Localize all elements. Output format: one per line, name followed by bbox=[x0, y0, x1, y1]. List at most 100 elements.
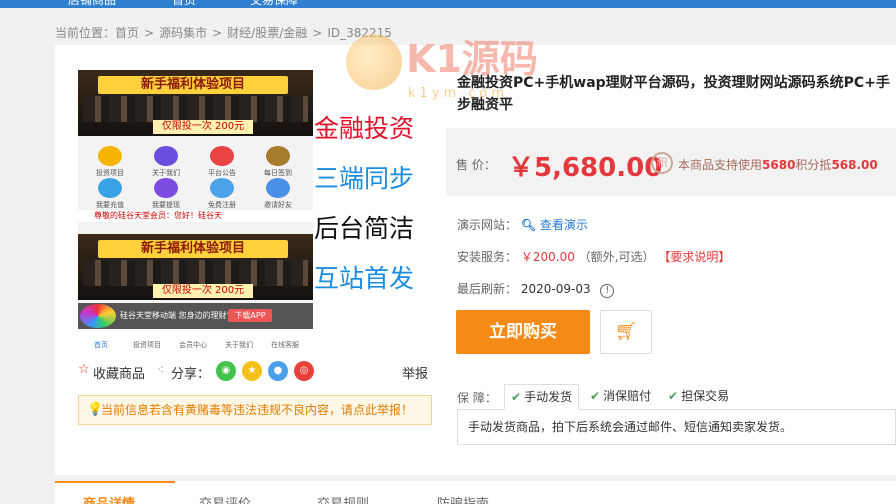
share-label: 分享： bbox=[171, 367, 211, 382]
app-screenshot: 新手福利体验项目 仅限投一次 200元 投资项目 关于我们 平台公告 每日签到 … bbox=[78, 70, 313, 350]
active-tab-indicator bbox=[55, 481, 175, 483]
download-text: 硅谷天堂移动端 您身边的理财专家 bbox=[120, 311, 243, 320]
qq-icon[interactable]: ● bbox=[268, 361, 288, 381]
app-tab: 投资项目 bbox=[133, 341, 161, 349]
banner-badge: 仅限投一次 200元 bbox=[153, 120, 253, 134]
qzone-icon[interactable]: ★ bbox=[242, 361, 262, 381]
signin-icon bbox=[266, 146, 290, 166]
favorite-link[interactable]: 收藏商品 bbox=[93, 363, 145, 382]
guarantee-tag-compensation[interactable]: ✔ 消保赔付 bbox=[586, 384, 651, 410]
banner-people-image bbox=[83, 96, 308, 122]
tab-product-details[interactable]: 商品详情 bbox=[83, 493, 135, 504]
invite-icon bbox=[266, 178, 290, 198]
price-label: 售 价： bbox=[456, 158, 496, 172]
top-nav: 店铺商品 首页 交易保障 bbox=[0, 0, 896, 8]
share-row: ☆ 收藏商品 ⁖ 分享： ◉ ★ ● ◎ 举报 bbox=[78, 361, 432, 382]
guarantee-tag-escrow[interactable]: ✔ 担保交易 bbox=[664, 384, 729, 410]
banner-people-image bbox=[83, 260, 308, 286]
lightbulb-icon: 💡 bbox=[87, 402, 104, 417]
breadcrumb-category[interactable]: 财经/股票/金融 bbox=[227, 26, 307, 40]
icon-label: 投资项目 bbox=[96, 169, 124, 177]
breadcrumb-market[interactable]: 源码集市 bbox=[159, 26, 207, 40]
guarantee-description: 手动发货商品，拍下后系统会通过邮件、短信通知卖家发货。 bbox=[457, 409, 896, 445]
project-icon bbox=[98, 146, 122, 166]
cart-icon[interactable]: 🛒︎ bbox=[600, 310, 652, 354]
info-icon[interactable]: ! bbox=[600, 284, 615, 298]
marquee-text: 尊敬的硅谷天堂会员：您好！硅谷天 bbox=[78, 210, 313, 222]
product-title-line2: 步融资平 bbox=[457, 97, 513, 113]
nav-item-trade-guarantee[interactable]: 交易保障 bbox=[250, 0, 298, 8]
check-icon: ✔ bbox=[511, 390, 522, 404]
guarantee-label: 保 障： bbox=[457, 391, 497, 405]
tab-anti-fraud[interactable]: 防骗指南 bbox=[437, 493, 489, 504]
icon-label: 我要充值 bbox=[96, 201, 124, 209]
app-tab: 首页 bbox=[94, 341, 108, 349]
points-info: 本商品支持使用5680积分抵568.00 bbox=[678, 158, 878, 172]
icon-label: 每日签到 bbox=[264, 169, 292, 177]
withdraw-icon bbox=[154, 178, 178, 198]
install-label: 安装服务： bbox=[457, 250, 518, 264]
recharge-icon bbox=[98, 178, 122, 198]
check-icon: ✔ bbox=[668, 389, 679, 403]
guarantee-tag-manual-delivery[interactable]: ✔ 手动发货 bbox=[504, 384, 580, 410]
report-link[interactable]: 举报 bbox=[402, 363, 428, 382]
banner-title: 新手福利体验项目 bbox=[98, 76, 288, 94]
product-title: 金融投资PC+手机wap理财平台源码，投资理财网站源码系统PC+手 步融资平 bbox=[457, 72, 896, 116]
slogan-1: 金融投资 bbox=[314, 114, 415, 143]
promo-banner: 新手福利体验项目 仅限投一次 200元 bbox=[78, 70, 313, 136]
download-bar: 硅谷天堂移动端 您身边的理财专家 下载APP bbox=[78, 303, 313, 329]
detail-tabs: 商品详情 交易评价 交易规则 防骗指南 bbox=[55, 481, 896, 504]
report-notice[interactable]: 💡 当前信息若含有黄赌毒等违法违规不良内容，请点此举报！ bbox=[78, 395, 432, 425]
product-title-line1: 金融投资PC+手机wap理财平台源码，投资理财网站源码系统PC+手 bbox=[457, 75, 890, 91]
product-image[interactable]: 新手福利体验项目 仅限投一次 200元 投资项目 关于我们 平台公告 每日签到 … bbox=[78, 70, 432, 350]
app-tab: 在线客服 bbox=[271, 341, 299, 349]
slogan-4: 互站首发 bbox=[314, 264, 415, 293]
price-box: 售 价： ￥5,680.00 积 本商品支持使用5680积分抵568.00 bbox=[446, 128, 896, 196]
install-price: ￥200.00 bbox=[520, 250, 575, 264]
slogan-3: 后台简洁 bbox=[314, 214, 415, 243]
app-tab: 会员中心 bbox=[179, 341, 207, 349]
icon-label: 我要提现 bbox=[152, 201, 180, 209]
tab-reviews[interactable]: 交易评价 bbox=[199, 493, 251, 504]
tab-rules[interactable]: 交易规则 bbox=[317, 493, 369, 504]
demo-label: 演示网站： bbox=[457, 218, 518, 232]
search-icon: 🔍︎ bbox=[520, 218, 537, 232]
share-icon: ⁖ bbox=[157, 363, 165, 377]
breadcrumb-id: ID_382215 bbox=[327, 26, 392, 40]
icon-label: 邀请好友 bbox=[264, 201, 292, 209]
register-icon bbox=[210, 178, 234, 198]
check-icon: ✔ bbox=[590, 389, 601, 403]
icon-label: 平台公告 bbox=[208, 169, 236, 177]
install-requirements-link[interactable]: 【要求说明】 bbox=[658, 250, 730, 264]
icon-label: 免费注册 bbox=[208, 201, 236, 209]
app-tabbar: 首页 投资项目 会员中心 关于我们 在线客服 bbox=[78, 329, 313, 350]
about-icon bbox=[154, 146, 178, 166]
refresh-date: 2020-09-03 bbox=[520, 282, 591, 296]
app-logo-icon bbox=[80, 304, 116, 328]
buy-now-button[interactable]: 立即购买 bbox=[456, 310, 590, 354]
demo-row: 演示网站： 🔍︎ 查看演示 bbox=[457, 216, 588, 233]
wechat-icon[interactable]: ◉ bbox=[216, 361, 236, 381]
install-note: （额外,可选） bbox=[578, 250, 655, 264]
promo-banner-2: 新手福利体验项目 仅限投一次 200元 bbox=[78, 234, 313, 300]
nav-item-home[interactable]: 首页 bbox=[172, 0, 196, 8]
star-icon[interactable]: ☆ bbox=[78, 362, 90, 377]
install-row: 安装服务： ￥200.00 （额外,可选） 【要求说明】 bbox=[457, 248, 730, 265]
refresh-label: 最后刷新： bbox=[457, 282, 518, 296]
demo-link[interactable]: 查看演示 bbox=[540, 218, 588, 232]
notice-text: 当前信息若含有黄赌毒等违法违规不良内容，请点此举报！ bbox=[101, 403, 414, 417]
refresh-row: 最后刷新： 2020-09-03 ! bbox=[457, 280, 615, 298]
banner-title: 新手福利体验项目 bbox=[98, 240, 288, 258]
icon-label: 关于我们 bbox=[152, 169, 180, 177]
breadcrumb: 当前位置：首页 > 源码集市 > 财经/股票/金融 > ID_382215 bbox=[55, 26, 392, 40]
banner-badge: 仅限投一次 200元 bbox=[153, 284, 253, 298]
download-app-button: 下载APP bbox=[228, 309, 272, 322]
points-icon: 积 bbox=[651, 152, 673, 174]
breadcrumb-prefix: 当前位置： bbox=[55, 26, 116, 40]
weibo-icon[interactable]: ◎ bbox=[294, 361, 314, 381]
breadcrumb-home[interactable]: 首页 bbox=[115, 26, 139, 40]
nav-item-shop-products[interactable]: 店铺商品 bbox=[68, 0, 116, 8]
announce-icon bbox=[210, 146, 234, 166]
slogan-2: 三端同步 bbox=[314, 164, 415, 193]
app-tab: 关于我们 bbox=[225, 341, 253, 349]
